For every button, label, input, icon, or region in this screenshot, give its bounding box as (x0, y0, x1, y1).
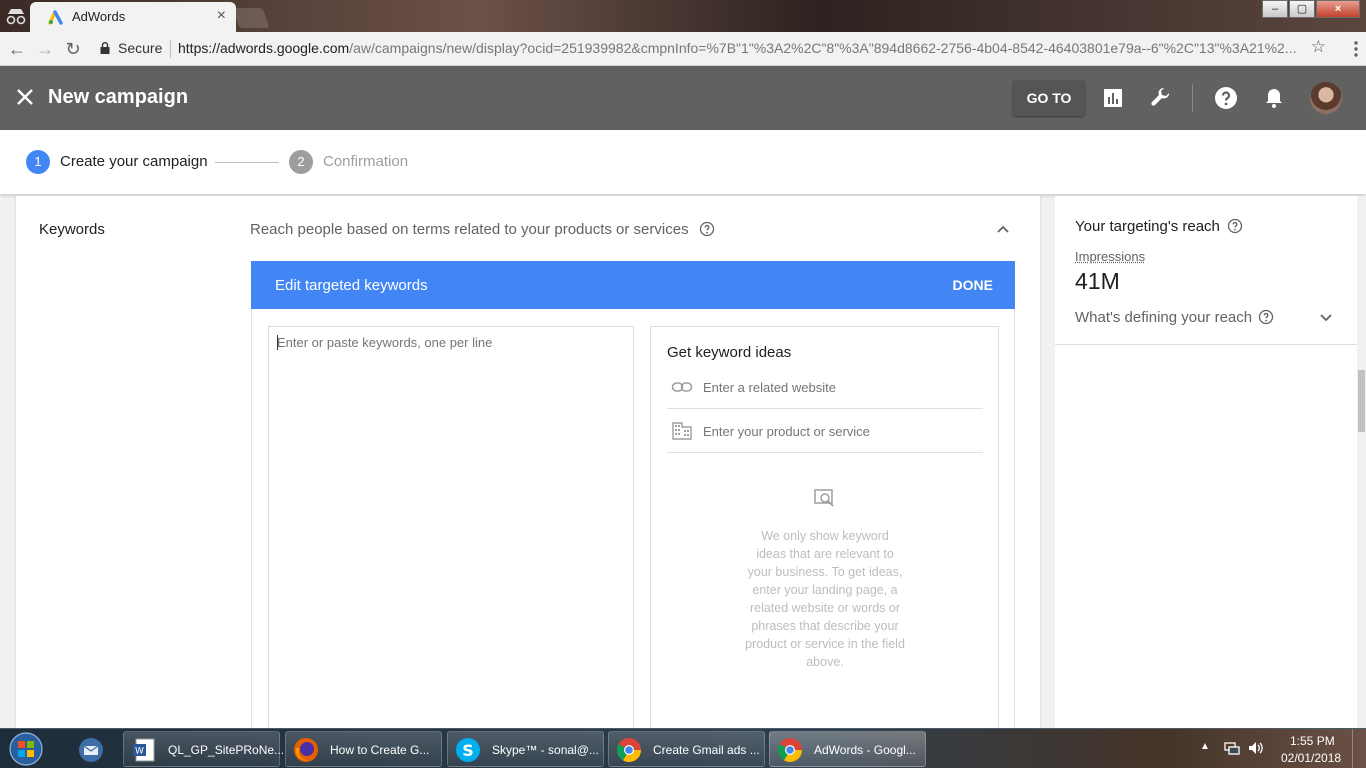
taskbar-label: AdWords - Googl... (814, 743, 916, 757)
taskbar-skype[interactable]: S Skype™ - sonal@... (447, 731, 604, 767)
chevron-up-icon[interactable] (994, 220, 1012, 238)
page-title: New campaign (48, 86, 189, 108)
defining-reach-label[interactable]: What's defining your reach (1075, 309, 1252, 326)
text-cursor (277, 335, 278, 350)
targeting-reach-panel: Your targeting's reach Impressions 41M W… (1055, 196, 1357, 730)
chrome-icon (616, 738, 641, 763)
keywords-textarea[interactable] (268, 326, 634, 730)
chrome-icon (777, 738, 802, 763)
tab-title: AdWords (72, 9, 126, 24)
reach-divider (1055, 344, 1357, 345)
windows-taskbar: W QL_GP_SitePRoNe... How to Create G... … (0, 728, 1366, 768)
bookmark-star-icon[interactable]: ☆ (1311, 37, 1326, 57)
incognito-icon (6, 9, 26, 25)
page-scrollbar[interactable] (1357, 196, 1366, 730)
taskbar-chrome-adwords[interactable]: AdWords - Googl... (769, 731, 926, 767)
impressions-label: Impressions (1075, 249, 1146, 264)
address-bar[interactable]: Secure https://adwords.google.com/aw/cam… (92, 36, 1332, 62)
related-website-input[interactable] (703, 375, 973, 399)
clock-time[interactable]: 1:55 PM (1290, 734, 1335, 748)
browser-tab-adwords[interactable]: AdWords × (30, 2, 236, 32)
windows-start-icon[interactable] (4, 731, 48, 767)
taskbar-thunderbird[interactable] (64, 731, 118, 767)
step-connector (215, 162, 279, 163)
volume-icon[interactable] (1247, 740, 1265, 756)
browser-menu-icon[interactable] (1354, 40, 1358, 58)
keywords-card: Keywords Reach people based on terms rel… (16, 196, 1040, 730)
network-icon[interactable] (1224, 740, 1240, 756)
browser-toolbar: ← → ↻ Secure https://adwords.google.com/… (0, 32, 1366, 66)
done-button[interactable]: DONE (953, 277, 993, 293)
thunderbird-icon (79, 738, 103, 762)
impressions-value: 41M (1075, 268, 1120, 294)
help-outline-icon[interactable] (699, 221, 715, 237)
address-divider (170, 40, 171, 58)
help-icon[interactable] (1214, 86, 1238, 110)
header-divider (1192, 84, 1193, 112)
edit-keywords-bar: Edit targeted keywords DONE (251, 261, 1015, 309)
step-2-label: Confirmation (323, 153, 409, 170)
step-2-number: 2 (289, 150, 313, 174)
adwords-logo-icon (48, 10, 63, 25)
secure-label: Secure (118, 40, 163, 56)
help-outline-icon[interactable] (1258, 309, 1274, 325)
window-controls: – ▢ × (1261, 0, 1360, 20)
word-document-icon: W (133, 738, 155, 762)
edit-keywords-title: Edit targeted keywords (275, 277, 428, 294)
related-website-row (667, 365, 983, 409)
back-arrow-icon[interactable]: ← (6, 38, 28, 60)
clock-date[interactable]: 02/01/2018 (1281, 751, 1341, 765)
skype-icon: S (456, 738, 480, 762)
wrench-tools-icon[interactable] (1149, 86, 1173, 110)
keywords-description: Reach people based on terms related to y… (250, 221, 689, 238)
go-to-button[interactable]: GO TO (1013, 80, 1085, 116)
step-1-number: 1 (26, 150, 50, 174)
maximize-icon[interactable]: ▢ (1289, 0, 1315, 18)
taskbar-firefox[interactable]: How to Create G... (285, 731, 442, 767)
keyword-edit-area: Get keyword ideas (251, 309, 1015, 730)
business-building-icon (672, 422, 692, 440)
url-path: /aw/campaigns/new/display?ocid=251939982… (349, 40, 1297, 56)
keyword-ideas-panel: Get keyword ideas Enter a related websit… (650, 326, 999, 730)
reports-chart-icon[interactable] (1101, 86, 1125, 110)
keywords-section-label: Keywords (39, 221, 105, 238)
taskbar-label: Create Gmail ads ... (653, 743, 760, 757)
taskbar-word-document[interactable]: W QL_GP_SitePRoNe... (123, 731, 284, 767)
browser-tabstrip: AdWords × – ▢ × (0, 0, 1366, 32)
notifications-bell-icon[interactable] (1262, 86, 1286, 110)
avatar[interactable] (1310, 82, 1342, 114)
scrollbar-thumb[interactable] (1358, 370, 1365, 432)
taskbar-label: How to Create G... (330, 743, 430, 757)
help-outline-icon[interactable] (1227, 218, 1243, 234)
taskbar-label: Skype™ - sonal@... (492, 743, 599, 757)
app-header: New campaign GO TO (0, 66, 1366, 130)
close-icon[interactable] (14, 86, 36, 108)
search-document-icon (814, 489, 834, 507)
taskbar-chrome-window[interactable]: Create Gmail ads ... (608, 731, 765, 767)
step-1-label: Create your campaign (60, 153, 208, 170)
url-text[interactable]: https://adwords.google.com/aw/campaigns/… (178, 40, 1303, 56)
taskbar-label: QL_GP_SitePRoNe... (168, 743, 285, 757)
new-tab-button[interactable] (232, 8, 270, 28)
show-desktop-button[interactable] (1352, 729, 1366, 768)
tray-expand-icon[interactable]: ▲ (1200, 741, 1210, 752)
reach-title: Your targeting's reach (1075, 218, 1220, 235)
reload-icon[interactable]: ↻ (62, 38, 84, 60)
chevron-down-icon[interactable] (1317, 308, 1335, 326)
window-close-icon[interactable]: × (1316, 0, 1360, 18)
svg-text:S: S (462, 741, 474, 760)
link-icon (671, 382, 693, 392)
keyword-ideas-title: Get keyword ideas (667, 344, 792, 361)
firefox-icon (294, 738, 318, 762)
tab-close-icon[interactable]: × (217, 7, 226, 25)
svg-text:W: W (135, 747, 144, 757)
lock-icon (100, 42, 110, 54)
keyword-ideas-empty-text: We only show keyword ideas that are rele… (745, 529, 905, 669)
product-service-row (667, 409, 983, 453)
minimize-icon[interactable]: – (1262, 0, 1288, 18)
product-service-input[interactable] (703, 419, 973, 443)
url-host: https://adwords.google.com (178, 40, 350, 56)
forward-arrow-icon[interactable]: → (34, 38, 56, 60)
campaign-stepper: 1 Create your campaign 2 Confirmation (0, 130, 1366, 194)
